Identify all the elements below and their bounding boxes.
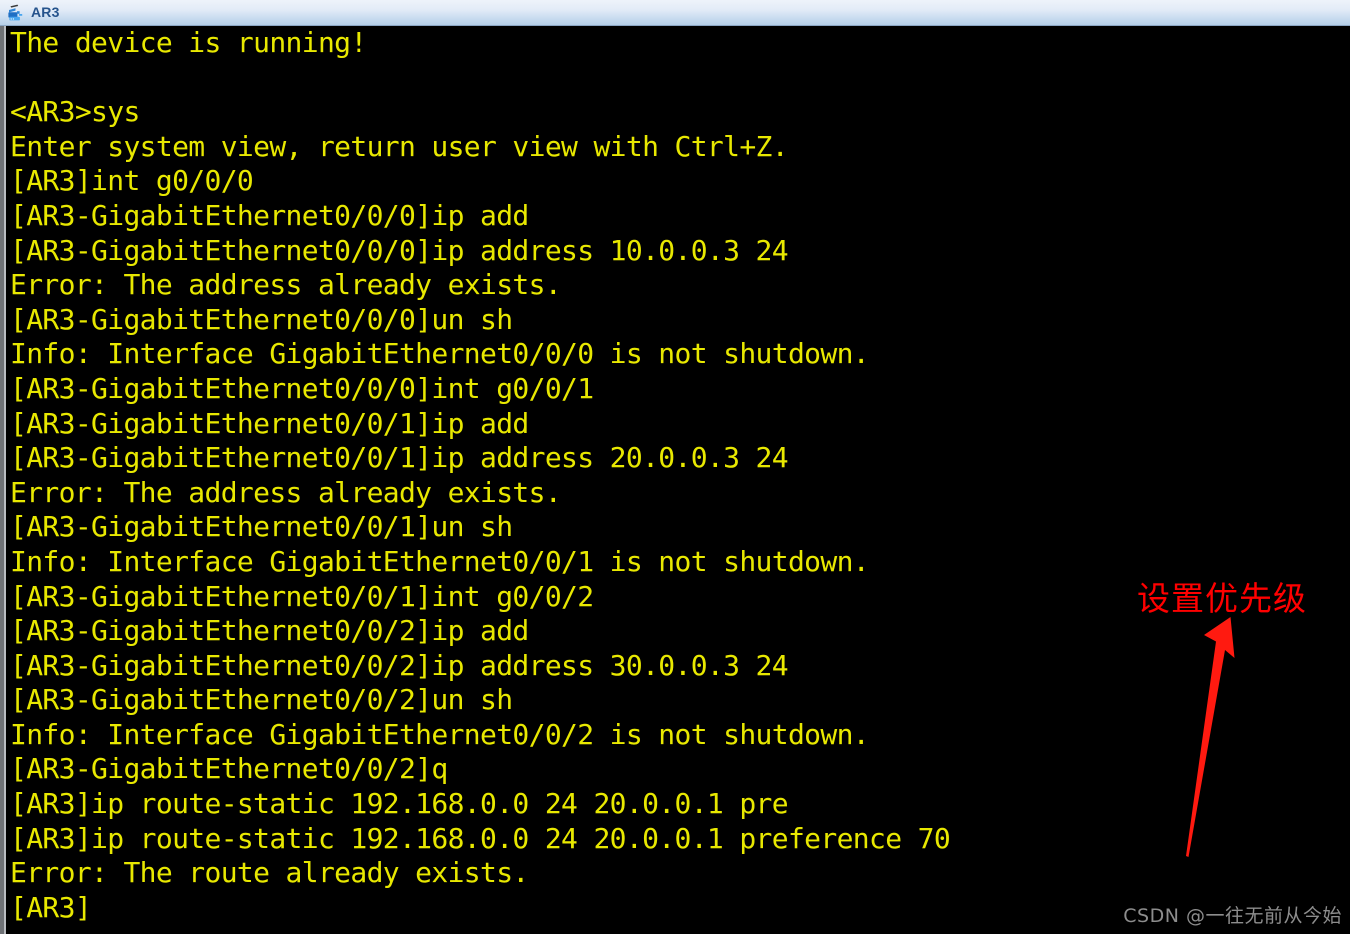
terminal-line: <AR3>sys — [10, 95, 140, 129]
terminal-line: [AR3]ip route-static 192.168.0.0 24 20.0… — [10, 787, 789, 821]
terminal-line: Info: Interface GigabitEthernet0/0/0 is … — [10, 337, 870, 371]
up-right-arrow-icon — [1164, 614, 1254, 859]
terminal-text: The device is running! <AR3>sys Enter sys… — [10, 26, 1350, 925]
window-title-label: AR3 — [31, 4, 60, 20]
terminal-line: [AR3-GigabitEthernet0/0/0]un sh — [10, 302, 513, 336]
terminal-line: [AR3-GigabitEthernet0/0/0]ip add — [10, 198, 529, 232]
terminal-line: Error: The address already exists. — [10, 475, 562, 509]
terminal-line: Error: The route already exists. — [10, 856, 529, 890]
csdn-watermark: CSDN @一往无前从今始 — [1123, 905, 1342, 927]
terminal-line: [AR3-GigabitEthernet0/0/2]un sh — [10, 683, 513, 717]
ar3-console-window: AR3 The device is running! <AR3>sys Enter… — [0, 0, 1350, 934]
terminal-line: [AR3-GigabitEthernet0/0/1]un sh — [10, 510, 513, 544]
terminal-output-area[interactable]: The device is running! <AR3>sys Enter sys… — [0, 26, 1350, 934]
terminal-line: [AR3-GigabitEthernet0/0/0]ip address 10.… — [10, 233, 789, 267]
window-title-bar: AR3 — [0, 0, 1350, 26]
terminal-line: [AR3-GigabitEthernet0/0/1]ip add — [10, 406, 529, 440]
terminal-line: [AR3-GigabitEthernet0/0/0]int g0/0/1 — [10, 371, 594, 405]
terminal-line: [AR3]int g0/0/0 — [10, 164, 254, 198]
terminal-line: Info: Interface GigabitEthernet0/0/2 is … — [10, 717, 870, 751]
terminal-line: [AR3-GigabitEthernet0/0/1]ip address 20.… — [10, 441, 789, 475]
terminal-line: [AR3]ip route-static 192.168.0.0 24 20.0… — [10, 821, 951, 855]
router-device-icon — [6, 3, 26, 23]
terminal-line: Error: The address already exists. — [10, 268, 562, 302]
terminal-line: The device is running! — [10, 26, 367, 59]
terminal-line: [AR3-GigabitEthernet0/0/2]ip address 30.… — [10, 648, 789, 682]
terminal-line: [AR3-GigabitEthernet0/0/2]q — [10, 752, 448, 786]
terminal-line: Enter system view, return user view with… — [10, 129, 789, 163]
annotation-label-set-priority: 设置优先级 — [1137, 579, 1307, 618]
